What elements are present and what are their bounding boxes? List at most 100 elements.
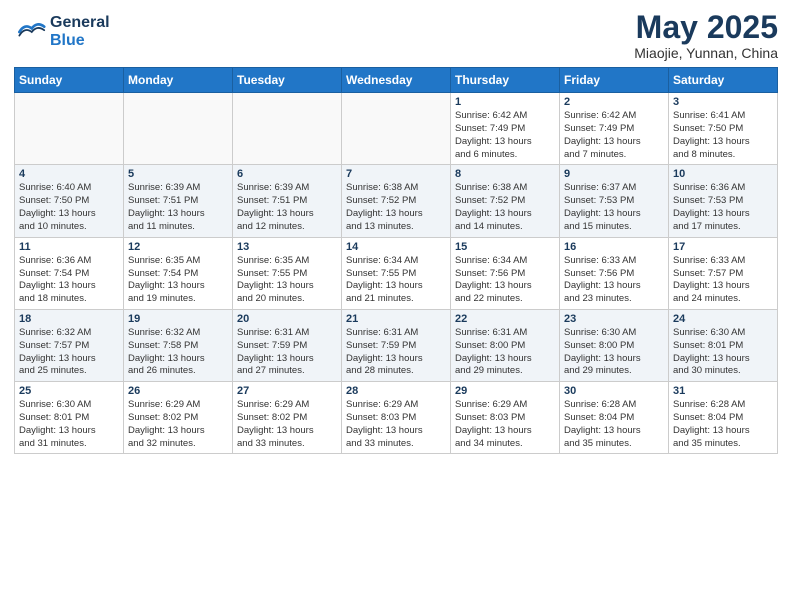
calendar-cell: 29Sunrise: 6:29 AMSunset: 8:03 PMDayligh… bbox=[451, 382, 560, 454]
day-number: 23 bbox=[564, 313, 664, 325]
day-content: Sunrise: 6:32 AMSunset: 7:58 PMDaylight:… bbox=[128, 327, 228, 378]
calendar-cell: 7 Sunrise: 6:38 AMSunset: 7:52 PMDaylight… bbox=[342, 165, 451, 237]
day-content: Sunrise: 6:31 AMSunset: 7:59 PMDaylight:… bbox=[237, 327, 337, 378]
day-content: Sunrise: 6:33 AMSunset: 7:57 PMDaylight:… bbox=[673, 255, 773, 306]
weekday-header-row: SundayMondayTuesdayWednesdayThursdayFrid… bbox=[15, 68, 778, 93]
calendar-cell: 13Sunrise: 6:35 AMSunset: 7:55 PMDayligh… bbox=[233, 237, 342, 309]
calendar-cell: 12 Sunrise: 6:35 AMSunset: 7:54 PMDayligh… bbox=[124, 237, 233, 309]
day-number: 3 bbox=[673, 96, 773, 108]
week-row-2: 4Sunrise: 6:40 AMSunset: 7:50 PMDaylight… bbox=[15, 165, 778, 237]
calendar-cell: 24 Sunrise: 6:30 AMSunset: 8:01 PMDayligh… bbox=[669, 309, 778, 381]
calendar-cell: 3 Sunrise: 6:41 AMSunset: 7:50 PMDaylight… bbox=[669, 93, 778, 165]
logo-general-text: General bbox=[50, 14, 110, 32]
month-title: May 2025 bbox=[634, 10, 778, 45]
calendar-cell: 25Sunrise: 6:30 AMSunset: 8:01 PMDayligh… bbox=[15, 382, 124, 454]
calendar-cell: 16 Sunrise: 6:33 AMSunset: 7:56 PMDayligh… bbox=[560, 237, 669, 309]
day-content: Sunrise: 6:32 AMSunset: 7:57 PMDaylight:… bbox=[19, 327, 119, 378]
day-content: Sunrise: 6:33 AMSunset: 7:56 PMDaylight:… bbox=[564, 255, 664, 306]
weekday-header-thursday: Thursday bbox=[451, 68, 560, 93]
calendar-cell: 20 Sunrise: 6:31 AMSunset: 7:59 PMDayligh… bbox=[233, 309, 342, 381]
calendar-cell: 26Sunrise: 6:29 AMSunset: 8:02 PMDayligh… bbox=[124, 382, 233, 454]
weekday-header-wednesday: Wednesday bbox=[342, 68, 451, 93]
calendar-cell: 11 Sunrise: 6:36 AMSunset: 7:54 PMDayligh… bbox=[15, 237, 124, 309]
calendar-cell: 31Sunrise: 6:28 AMSunset: 8:04 PMDayligh… bbox=[669, 382, 778, 454]
day-content: Sunrise: 6:36 AMSunset: 7:53 PMDaylight:… bbox=[673, 182, 773, 233]
title-area: May 2025 Miaojie, Yunnan, China bbox=[634, 10, 778, 61]
page: General Blue May 2025 Miaojie, Yunnan, C… bbox=[0, 0, 792, 612]
day-number: 26 bbox=[128, 385, 228, 397]
day-content: Sunrise: 6:30 AMSunset: 8:00 PMDaylight:… bbox=[564, 327, 664, 378]
calendar-cell: 28 Sunrise: 6:29 AMSunset: 8:03 PMDayligh… bbox=[342, 382, 451, 454]
weekday-header-friday: Friday bbox=[560, 68, 669, 93]
calendar-cell bbox=[15, 93, 124, 165]
calendar-cell: 22Sunrise: 6:31 AMSunset: 8:00 PMDayligh… bbox=[451, 309, 560, 381]
day-number: 21 bbox=[346, 313, 446, 325]
calendar-cell: 8Sunrise: 6:38 AMSunset: 7:52 PMDaylight… bbox=[451, 165, 560, 237]
day-number: 2 bbox=[564, 96, 664, 108]
day-content: Sunrise: 6:31 AMSunset: 8:00 PMDaylight:… bbox=[455, 327, 555, 378]
calendar-cell: 14 Sunrise: 6:34 AMSunset: 7:55 PMDayligh… bbox=[342, 237, 451, 309]
logo-icon bbox=[14, 16, 46, 48]
day-number: 31 bbox=[673, 385, 773, 397]
calendar-cell: 1 Sunrise: 6:42 AMSunset: 7:49 PMDaylight… bbox=[451, 93, 560, 165]
day-number: 24 bbox=[673, 313, 773, 325]
day-content: Sunrise: 6:30 AMSunset: 8:01 PMDaylight:… bbox=[673, 327, 773, 378]
calendar-cell: 23 Sunrise: 6:30 AMSunset: 8:00 PMDayligh… bbox=[560, 309, 669, 381]
day-number: 10 bbox=[673, 168, 773, 180]
day-content: Sunrise: 6:40 AMSunset: 7:50 PMDaylight:… bbox=[19, 182, 119, 233]
day-content: Sunrise: 6:39 AMSunset: 7:51 PMDaylight:… bbox=[128, 182, 228, 233]
week-row-5: 25Sunrise: 6:30 AMSunset: 8:01 PMDayligh… bbox=[15, 382, 778, 454]
day-content: Sunrise: 6:39 AMSunset: 7:51 PMDaylight:… bbox=[237, 182, 337, 233]
logo-blue-text: Blue bbox=[50, 32, 110, 50]
calendar-cell: 27 Sunrise: 6:29 AMSunset: 8:02 PMDayligh… bbox=[233, 382, 342, 454]
day-content: Sunrise: 6:36 AMSunset: 7:54 PMDaylight:… bbox=[19, 255, 119, 306]
day-number: 1 bbox=[455, 96, 555, 108]
day-number: 9 bbox=[564, 168, 664, 180]
calendar-cell: 17 Sunrise: 6:33 AMSunset: 7:57 PMDayligh… bbox=[669, 237, 778, 309]
day-number: 29 bbox=[455, 385, 555, 397]
day-number: 17 bbox=[673, 241, 773, 253]
day-content: Sunrise: 6:41 AMSunset: 7:50 PMDaylight:… bbox=[673, 110, 773, 161]
day-number: 6 bbox=[237, 168, 337, 180]
calendar-cell bbox=[342, 93, 451, 165]
calendar-cell: 10 Sunrise: 6:36 AMSunset: 7:53 PMDayligh… bbox=[669, 165, 778, 237]
calendar-cell: 5Sunrise: 6:39 AMSunset: 7:51 PMDaylight… bbox=[124, 165, 233, 237]
day-content: Sunrise: 6:34 AMSunset: 7:56 PMDaylight:… bbox=[455, 255, 555, 306]
day-number: 16 bbox=[564, 241, 664, 253]
weekday-header-tuesday: Tuesday bbox=[233, 68, 342, 93]
week-row-1: 1 Sunrise: 6:42 AMSunset: 7:49 PMDaylight… bbox=[15, 93, 778, 165]
day-number: 19 bbox=[128, 313, 228, 325]
day-content: Sunrise: 6:29 AMSunset: 8:03 PMDaylight:… bbox=[346, 399, 446, 450]
day-number: 27 bbox=[237, 385, 337, 397]
day-number: 12 bbox=[128, 241, 228, 253]
day-content: Sunrise: 6:30 AMSunset: 8:01 PMDaylight:… bbox=[19, 399, 119, 450]
day-content: Sunrise: 6:38 AMSunset: 7:52 PMDaylight:… bbox=[346, 182, 446, 233]
day-content: Sunrise: 6:29 AMSunset: 8:02 PMDaylight:… bbox=[237, 399, 337, 450]
day-content: Sunrise: 6:35 AMSunset: 7:54 PMDaylight:… bbox=[128, 255, 228, 306]
week-row-4: 18 Sunrise: 6:32 AMSunset: 7:57 PMDayligh… bbox=[15, 309, 778, 381]
day-content: Sunrise: 6:42 AMSunset: 7:49 PMDaylight:… bbox=[455, 110, 555, 161]
calendar: SundayMondayTuesdayWednesdayThursdayFrid… bbox=[14, 67, 778, 454]
day-number: 8 bbox=[455, 168, 555, 180]
day-content: Sunrise: 6:34 AMSunset: 7:55 PMDaylight:… bbox=[346, 255, 446, 306]
day-number: 14 bbox=[346, 241, 446, 253]
calendar-cell bbox=[233, 93, 342, 165]
calendar-cell: 21 Sunrise: 6:31 AMSunset: 7:59 PMDayligh… bbox=[342, 309, 451, 381]
calendar-cell: 15Sunrise: 6:34 AMSunset: 7:56 PMDayligh… bbox=[451, 237, 560, 309]
day-content: Sunrise: 6:42 AMSunset: 7:49 PMDaylight:… bbox=[564, 110, 664, 161]
day-number: 30 bbox=[564, 385, 664, 397]
day-number: 7 bbox=[346, 168, 446, 180]
calendar-cell: 19 Sunrise: 6:32 AMSunset: 7:58 PMDayligh… bbox=[124, 309, 233, 381]
day-number: 28 bbox=[346, 385, 446, 397]
logo-text: General Blue bbox=[50, 14, 110, 49]
day-number: 11 bbox=[19, 241, 119, 253]
day-number: 18 bbox=[19, 313, 119, 325]
calendar-cell: 4Sunrise: 6:40 AMSunset: 7:50 PMDaylight… bbox=[15, 165, 124, 237]
calendar-cell: 30Sunrise: 6:28 AMSunset: 8:04 PMDayligh… bbox=[560, 382, 669, 454]
calendar-cell: 9 Sunrise: 6:37 AMSunset: 7:53 PMDaylight… bbox=[560, 165, 669, 237]
day-content: Sunrise: 6:37 AMSunset: 7:53 PMDaylight:… bbox=[564, 182, 664, 233]
day-number: 20 bbox=[237, 313, 337, 325]
calendar-cell bbox=[124, 93, 233, 165]
day-content: Sunrise: 6:31 AMSunset: 7:59 PMDaylight:… bbox=[346, 327, 446, 378]
day-content: Sunrise: 6:35 AMSunset: 7:55 PMDaylight:… bbox=[237, 255, 337, 306]
